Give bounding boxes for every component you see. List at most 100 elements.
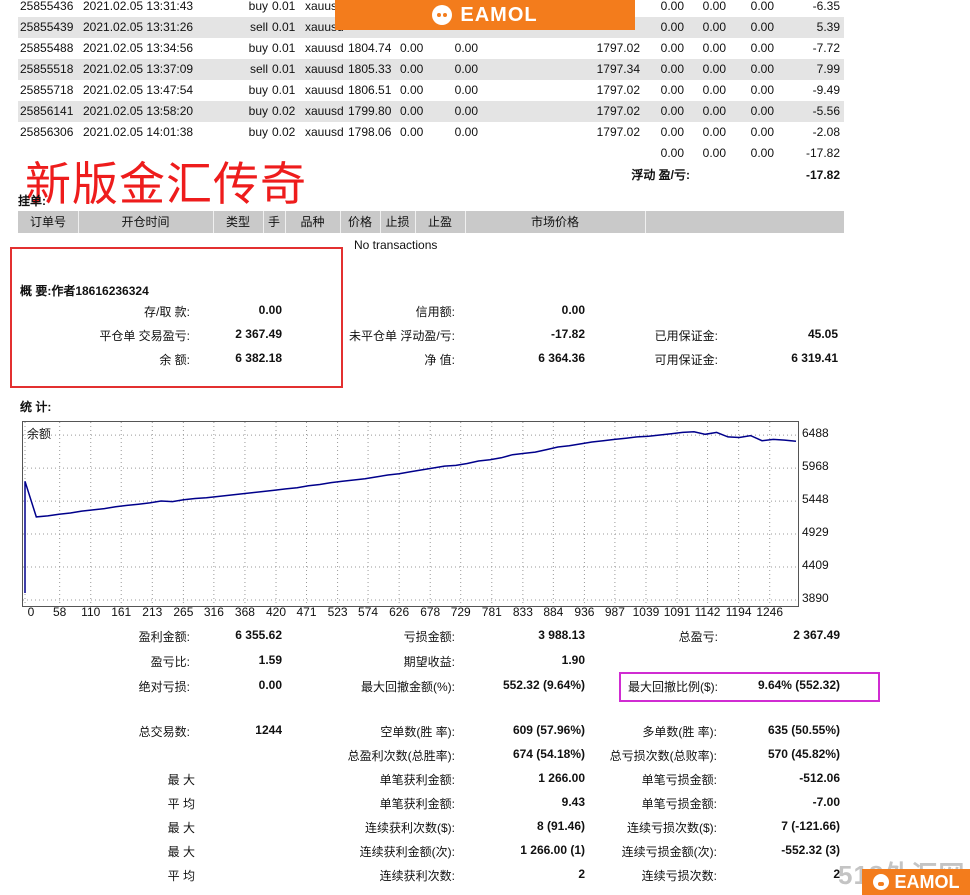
- trade-time: 2021.02.05 13:58:20: [83, 104, 194, 118]
- x-tick-label: 884: [543, 605, 564, 619]
- stats-value: 1 266.00: [538, 771, 585, 785]
- trade-size: 0.02: [272, 104, 296, 118]
- pending-col-1: 开仓时间: [78, 211, 214, 233]
- result-label: 盈利金额:: [138, 630, 190, 644]
- x-tick-label: 368: [234, 605, 255, 619]
- x-tick-label: 1194: [725, 605, 752, 619]
- pending-title: 挂单:: [18, 194, 46, 208]
- trade-profit: 5.39: [816, 20, 840, 34]
- result-label: 期望收益:: [403, 655, 455, 669]
- pending-col-4: 品种: [285, 211, 341, 233]
- trade-size: 0.02: [272, 125, 296, 139]
- trade-swap: 0.00: [750, 62, 774, 76]
- trade-row: 25856141 2021.02.05 13:58:20 buy 0.02 xauusd…: [18, 101, 844, 122]
- floating-label: 浮动 盈/亏:: [631, 168, 690, 182]
- x-tick-label: 471: [296, 605, 317, 619]
- trade-tax: 0.00: [702, 125, 726, 139]
- y-tick-label: 4409: [802, 558, 829, 573]
- summary-value: 45.05: [807, 327, 838, 341]
- x-tick-label: 0: [27, 605, 35, 619]
- stats-label: 单笔亏损金额:: [641, 797, 717, 811]
- stats-value: 674 (54.18%): [512, 747, 585, 761]
- trade-time: 2021.02.05 13:37:09: [83, 62, 194, 76]
- stats-label: 连续获利金额(次):: [359, 845, 455, 859]
- x-tick-label: 316: [203, 605, 224, 619]
- trade-type: buy: [248, 0, 268, 13]
- stats-label: 连续亏损次数($):: [626, 821, 717, 835]
- summary-value: 0.00: [258, 303, 282, 317]
- balance-chart-svg: 余额: [23, 422, 798, 606]
- trade-ticket: 25855488: [20, 41, 74, 55]
- x-tick-label: 987: [604, 605, 625, 619]
- x-tick-label: 213: [142, 605, 163, 619]
- x-tick-label: 1091: [663, 605, 691, 619]
- trade-tax: 0.00: [702, 41, 726, 55]
- pending-col-0: 订单号: [18, 211, 79, 233]
- trade-swap: 0.00: [750, 0, 774, 13]
- trade-size: 0.01: [272, 0, 296, 13]
- totals-profit: -17.82: [805, 146, 840, 160]
- summary-label: 净 值:: [424, 353, 455, 367]
- balance-chart: 余额: [22, 421, 799, 607]
- stats-value: -552.32 (3): [781, 843, 840, 857]
- trade-profit: -9.49: [812, 83, 840, 97]
- y-tick-label: 3890: [802, 591, 829, 605]
- result-value: 1.90: [561, 653, 585, 667]
- trade-type: buy: [248, 104, 268, 118]
- trade-size: 0.01: [272, 20, 296, 34]
- stats-value: 1 266.00 (1): [520, 843, 585, 857]
- result-label: 绝对亏损:: [138, 680, 190, 694]
- x-tick-label: 833: [512, 605, 533, 619]
- stats-label: 单笔获利金额:: [379, 797, 455, 811]
- headline-title: 新版金汇传奇: [25, 157, 307, 211]
- trade-ticket: 25855718: [20, 83, 74, 97]
- stats-label: 连续亏损次数:: [641, 869, 717, 883]
- total-trades-value: 1244: [255, 723, 282, 737]
- x-tick-label: 1039: [632, 605, 660, 619]
- trade-tp: 0.00: [454, 104, 478, 118]
- corner-brand-logo: EAMOL: [862, 869, 970, 895]
- trade-swap: 0.00: [750, 125, 774, 139]
- trade-item: xauusd: [305, 83, 344, 97]
- result-label: 盈亏比:: [150, 655, 190, 669]
- x-tick-label: 626: [389, 605, 410, 619]
- pending-col-7: 止盈: [415, 211, 466, 233]
- x-tick-label: 523: [327, 605, 348, 619]
- trade-tax: 0.00: [702, 20, 726, 34]
- trade-cur: 1797.02: [596, 125, 640, 139]
- y-tick-label: 5968: [802, 459, 829, 474]
- trade-tax: 0.00: [702, 0, 726, 13]
- totals-swap: 0.00: [750, 146, 774, 160]
- drawdown-highlight-box: [619, 672, 880, 702]
- trade-comm: 0.00: [660, 0, 684, 13]
- robot-logo-icon: [872, 874, 889, 890]
- result-value: 3 988.13: [538, 628, 585, 642]
- trade-size: 0.01: [272, 83, 296, 97]
- x-tick-label: 781: [481, 605, 502, 619]
- result-label: 最大回撤金额(%):: [361, 680, 455, 694]
- trade-cur: 1797.02: [596, 83, 640, 97]
- trade-swap: 0.00: [750, 20, 774, 34]
- stats-value: 570 (45.82%): [767, 747, 840, 761]
- summary-title: 概 要:作者18616236324: [20, 284, 149, 298]
- total-trades-label: 总交易数:: [138, 725, 190, 739]
- summary-value: -17.82: [550, 327, 585, 341]
- trade-size: 0.01: [272, 62, 296, 76]
- trade-type: buy: [248, 125, 268, 139]
- stats-value: -7.00: [812, 795, 840, 809]
- summary-value: 2 367.49: [235, 327, 282, 341]
- trade-type: buy: [248, 83, 268, 97]
- trade-profit: -6.35: [812, 0, 840, 13]
- stats-value: 609 (57.96%): [512, 723, 585, 737]
- trade-comm: 0.00: [660, 104, 684, 118]
- stats-label: 单笔亏损金额:: [641, 773, 717, 787]
- pending-empty: No transactions: [354, 238, 438, 252]
- trade-profit: -7.72: [812, 41, 840, 55]
- trade-swap: 0.00: [750, 41, 774, 55]
- trade-comm: 0.00: [660, 62, 684, 76]
- x-tick-label: 161: [111, 605, 132, 619]
- trade-row: 25856306 2021.02.05 14:01:38 buy 0.02 xauusd…: [18, 122, 844, 143]
- summary-label: 平仓单 交易盈亏:: [99, 329, 190, 343]
- pending-col-2: 类型: [213, 211, 264, 233]
- trade-row: 25855518 2021.02.05 13:37:09 sell 0.01 xauus…: [18, 59, 844, 80]
